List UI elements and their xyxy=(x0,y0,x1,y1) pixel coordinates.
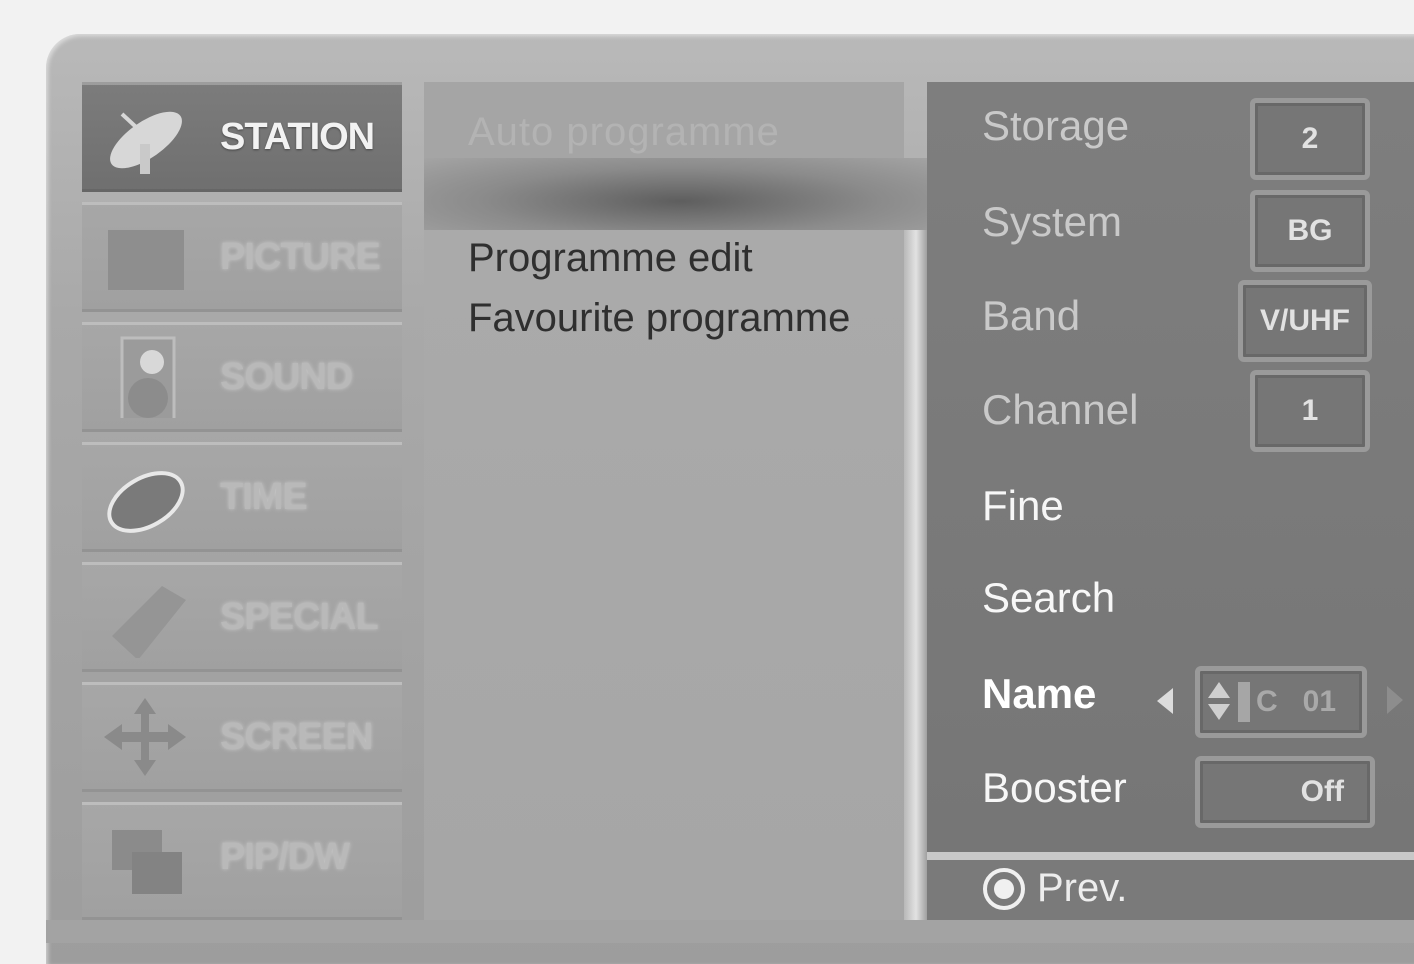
menu-item-station[interactable]: STATION xyxy=(82,82,402,192)
storage-label: Storage xyxy=(982,102,1130,149)
menu-label: PICTURE xyxy=(220,236,381,278)
booster-label: Booster xyxy=(982,764,1127,811)
arrow-right-icon[interactable] xyxy=(1387,686,1403,714)
menu-label: STATION xyxy=(220,116,375,158)
submenu-item-programme-edit[interactable]: Programme edit xyxy=(468,236,753,281)
submenu-item-auto-programme[interactable]: Auto programme xyxy=(424,82,904,158)
picture-icon xyxy=(108,230,184,290)
clock-icon xyxy=(107,471,185,533)
menu-label: SOUND xyxy=(220,356,353,398)
menu-label: SPECIAL xyxy=(220,596,379,638)
footer-divider xyxy=(927,852,1414,860)
submenu-item-favourite-programme[interactable]: Favourite programme xyxy=(468,296,850,341)
booster-value[interactable]: Off xyxy=(1195,756,1375,828)
ok-button-icon xyxy=(983,868,1025,910)
menu-item-time[interactable]: TIME xyxy=(82,442,402,552)
system-label: System xyxy=(982,198,1123,245)
name-value-box[interactable]: C 01 xyxy=(1195,666,1367,738)
menu-item-screen[interactable]: SCREEN xyxy=(82,682,402,792)
band-label: Band xyxy=(982,292,1081,339)
submenu-list: Programme edit Favourite programme xyxy=(424,230,904,920)
band-value[interactable]: V/UHF xyxy=(1238,280,1372,362)
tag-icon xyxy=(112,586,186,658)
speaker-icon xyxy=(120,336,176,418)
arrow-left-icon[interactable] xyxy=(1157,688,1173,714)
satellite-dish-icon xyxy=(110,111,182,174)
footer-bar: Prev. xyxy=(927,860,1414,920)
frame-bottom xyxy=(46,920,1414,943)
menu-label: SCREEN xyxy=(220,716,373,758)
name-value: C 01 xyxy=(1256,685,1337,718)
pip-icon xyxy=(112,830,182,894)
menu-item-pip[interactable]: PIP/DW xyxy=(82,802,402,920)
storage-value[interactable]: 2 xyxy=(1250,98,1370,180)
search-label[interactable]: Search xyxy=(982,574,1115,622)
menu-label: TIME xyxy=(220,476,308,518)
divider xyxy=(904,230,928,920)
arrows-icon xyxy=(104,698,186,776)
channel-value[interactable]: 1 xyxy=(1250,370,1370,452)
fine-label[interactable]: Fine xyxy=(982,482,1064,530)
cursor-icon xyxy=(1238,682,1250,722)
updown-icon xyxy=(1206,682,1232,722)
menu-item-picture[interactable]: PICTURE xyxy=(82,202,402,312)
menu-label: PIP/DW xyxy=(220,836,350,878)
submenu-label: Auto programme xyxy=(468,110,780,154)
menu-item-special[interactable]: SPECIAL xyxy=(82,562,402,672)
channel-label: Channel xyxy=(982,386,1139,433)
name-label[interactable]: Name xyxy=(982,670,1096,718)
settings-panel: Storage 2 System BG Band V/UHF Channel 1… xyxy=(927,82,1414,852)
prev-label[interactable]: Prev. xyxy=(1037,866,1127,911)
system-value[interactable]: BG xyxy=(1250,190,1370,272)
menu-item-sound[interactable]: SOUND xyxy=(82,322,402,432)
selection-highlight xyxy=(424,158,936,230)
